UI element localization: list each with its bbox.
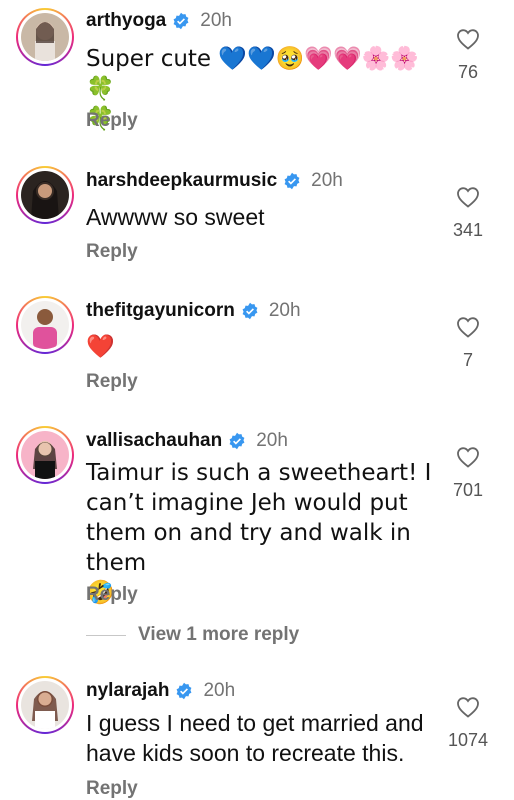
reply-button[interactable]: Reply [86, 241, 138, 263]
username[interactable]: arthyoga [86, 10, 166, 32]
verified-badge-icon [229, 432, 245, 450]
timestamp: 20h [203, 680, 236, 701]
reply-button[interactable]: Reply [86, 778, 138, 800]
heart-outline-icon[interactable] [456, 186, 480, 208]
username[interactable]: harshdeepkaurmusic [86, 170, 277, 192]
comment-text: Taimur is such a sweetheart! I can’t ima… [86, 460, 432, 606]
comment-text: Awwww so sweet [86, 204, 265, 230]
like-count: 1074 [447, 730, 489, 750]
view-more-replies-label[interactable]: View 1 more reply [138, 624, 299, 646]
reply-button[interactable]: Reply [86, 110, 138, 132]
comment-text: I guess I need to get married and have k… [86, 710, 424, 766]
avatar[interactable] [16, 8, 74, 66]
avatar[interactable] [16, 426, 74, 484]
timestamp: 20h [256, 430, 288, 451]
username[interactable]: nylarajah [86, 680, 169, 702]
like-count: 7 [462, 350, 473, 370]
heart-outline-icon[interactable] [456, 316, 480, 338]
verified-badge-icon [284, 172, 300, 190]
verified-badge-icon [177, 682, 192, 700]
avatar[interactable] [16, 676, 74, 734]
like-count: 341 [452, 220, 484, 240]
like-count: 76 [457, 62, 479, 82]
comment-text: ❤️ [86, 334, 115, 360]
username[interactable]: thefitgayunicorn [86, 300, 235, 322]
timestamp: 20h [268, 300, 301, 321]
avatar[interactable] [16, 166, 74, 224]
reply-button[interactable]: Reply [86, 584, 138, 606]
divider-line [86, 634, 126, 636]
reply-button[interactable]: Reply [86, 371, 138, 393]
like-count: 701 [452, 480, 484, 500]
heart-outline-icon[interactable] [456, 28, 480, 50]
avatar[interactable] [16, 296, 74, 354]
verified-badge-icon [173, 12, 189, 30]
heart-outline-icon[interactable] [456, 696, 480, 718]
view-more-replies[interactable]: View 1 more reply [86, 624, 299, 646]
comment-text: Super cute 💙💙🥹💗💗🌸🌸🍀 🍀 [86, 46, 419, 132]
username[interactable]: vallisachauhan [86, 430, 222, 452]
timestamp: 20h [200, 10, 232, 31]
timestamp: 20h [311, 170, 343, 191]
heart-outline-icon[interactable] [456, 446, 480, 468]
verified-badge-icon [242, 302, 258, 320]
